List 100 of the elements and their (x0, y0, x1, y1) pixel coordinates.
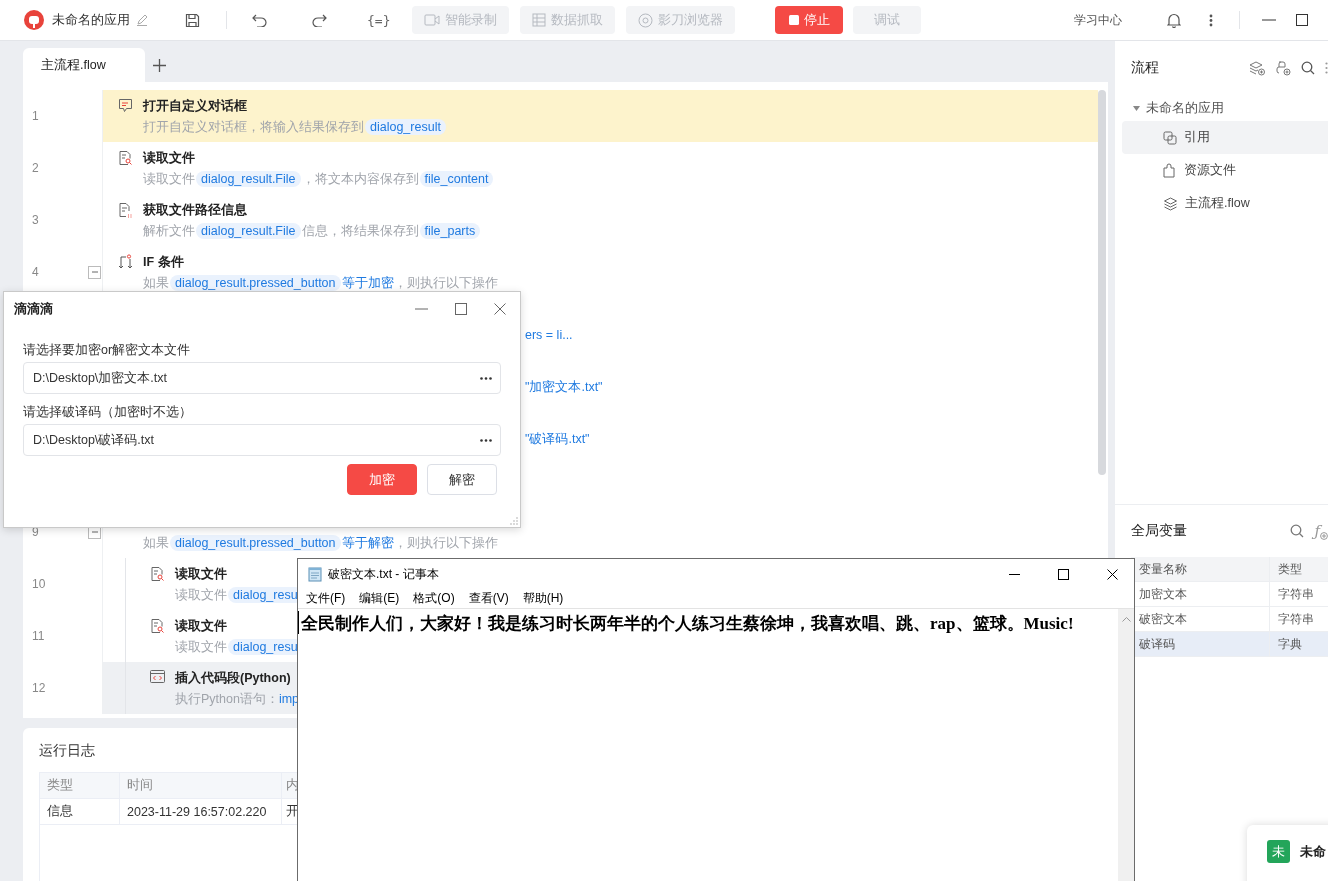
more-icon[interactable] (1209, 13, 1213, 27)
run-button[interactable]: 停止 (775, 6, 844, 34)
variable-tag[interactable]: file_parts (419, 223, 481, 239)
file-search-icon (150, 618, 165, 634)
tree-item[interactable]: 引用 (1122, 121, 1328, 154)
line-number: 12 (32, 681, 47, 695)
browser-icon (638, 12, 654, 28)
layers-icon (1163, 196, 1178, 211)
scrollbar-thumb[interactable] (1098, 90, 1106, 475)
code-icon (150, 670, 165, 683)
minimize-icon[interactable] (1009, 573, 1020, 575)
file-path-field[interactable]: D:\Desktop\加密文本.txt (23, 362, 501, 394)
redo-icon[interactable] (312, 13, 327, 27)
variable-tag[interactable]: dialog_result (365, 119, 446, 135)
table-cell-text: 字符串 (1277, 610, 1315, 628)
app-name: 未命名的应用 (52, 11, 130, 29)
column-header: 类型 (40, 773, 120, 798)
menu-item[interactable]: 文件(F) (306, 590, 346, 607)
minus-icon (90, 528, 99, 536)
table-icon (532, 13, 547, 27)
maximize-icon[interactable] (1296, 14, 1308, 26)
puzzle-icon (1163, 163, 1177, 178)
line-number: 1 (32, 109, 40, 123)
copy-icon (1163, 130, 1177, 145)
menu-item[interactable]: 帮助(H) (522, 590, 564, 607)
file-path-field[interactable]: D:\Desktop\破译码.txt (23, 424, 501, 456)
column-header: 时间 (120, 773, 282, 798)
field-label: 请选择破译码（加密时不选） (23, 404, 192, 421)
dialog-icon (118, 98, 133, 113)
video-icon (424, 14, 441, 26)
step-description: 如果 dialog_result.pressed_button 等于加密，则执行以下操作 (143, 274, 498, 293)
variable-tag[interactable]: file_content (419, 171, 494, 187)
panel-title: 全局变量 (1131, 522, 1187, 540)
logo-icon (24, 10, 44, 30)
branch-icon (118, 254, 133, 269)
dialog-button[interactable]: 加密 (347, 464, 417, 495)
step-title: 读取文件 (175, 566, 227, 583)
menu-item[interactable]: 编辑(E) (359, 590, 400, 607)
line-number: 3 (32, 213, 40, 227)
bell-icon[interactable] (1167, 12, 1181, 28)
variables-button[interactable]: {=} (367, 12, 391, 28)
line-number: 10 (32, 577, 47, 591)
line-number: 11 (32, 629, 46, 643)
add-tab-icon[interactable] (153, 58, 166, 72)
step-row[interactable]: 打开自定义对话框 打开自定义对话框，将输入结果保存到 dialog_result (103, 90, 1098, 142)
step-description: 打开自定义对话框，将输入结果保存到 dialog_result (143, 116, 447, 138)
table-cell: 信息 (40, 799, 120, 824)
column-header: 类型 (1277, 560, 1303, 578)
window-title: 滴滴滴 (14, 300, 53, 318)
search-icon[interactable] (1290, 524, 1305, 538)
step-title: 获取文件路径信息 (143, 202, 247, 219)
step-description: "加密文本.txt" (525, 378, 603, 396)
step-description: 如果 dialog_result.pressed_button 等于解密，则执行以下操作 (143, 534, 498, 553)
table-cell: 2023-11-29 16:57:02.220 (120, 799, 282, 824)
file-icon (118, 202, 133, 218)
step-description: ers = li... (525, 327, 573, 344)
add-circle-icon (1320, 532, 1328, 540)
search-icon[interactable] (1301, 61, 1315, 75)
app-badge: 未 (1267, 840, 1290, 863)
variable-tag[interactable]: dialog_result.File (196, 171, 301, 187)
learning-center-link[interactable]: 学习中心 (1074, 11, 1122, 29)
menu-item[interactable]: 查看(V) (468, 590, 509, 607)
close-icon[interactable] (1107, 568, 1118, 580)
variable-tag[interactable]: dialog_result.pressed_button (170, 275, 341, 291)
undo-icon[interactable] (252, 13, 267, 27)
save-icon[interactable] (185, 12, 200, 28)
step-title: IF 条件 (143, 254, 184, 271)
browse-icon[interactable] (480, 438, 492, 442)
maximize-icon[interactable] (1058, 568, 1069, 580)
minus-icon (90, 268, 99, 276)
step-title: 打开自定义对话框 (143, 98, 247, 115)
file-search-icon (150, 566, 165, 582)
line-number: 2 (32, 161, 40, 175)
variable-tag[interactable]: dialog_result.pressed_button (170, 535, 341, 551)
stop-icon (789, 15, 799, 25)
browse-icon[interactable] (480, 376, 492, 380)
menu-item[interactable]: 格式(O) (413, 590, 455, 607)
file-search-icon (118, 150, 133, 166)
file-tab[interactable]: 主流程.flow (23, 48, 145, 82)
step-description: "破译码.txt" (525, 430, 590, 448)
table-cell-text: 字符串 (1277, 585, 1315, 603)
step-description: 解析文件 dialog_result.File 信息，将结果保存到 file_parts (143, 220, 482, 242)
notification-card[interactable]: 未 未命 (1247, 825, 1328, 881)
variable-tag[interactable]: dialog_result.File (196, 223, 301, 239)
step-title: 读取文件 (143, 150, 195, 167)
tree-item[interactable]: 资源文件 (1122, 154, 1328, 187)
dialog-button[interactable]: 解密 (427, 464, 497, 495)
table-cell-text: 字典 (1277, 635, 1303, 653)
panel-title: 运行日志 (39, 742, 96, 760)
panel-title: 流程 (1131, 59, 1159, 77)
resize-grip-icon[interactable] (509, 516, 518, 525)
caret-icon (1133, 105, 1140, 111)
field-label: 请选择要加密or解密文本文件 (23, 342, 191, 359)
tree-item[interactable]: 未命名的应用 (1122, 95, 1224, 121)
line-number: 4 (32, 265, 40, 279)
tree-item[interactable]: 主流程.flow (1122, 187, 1328, 220)
notification-title: 未命 (1300, 843, 1326, 861)
layers-add-icon[interactable] (1249, 60, 1265, 76)
window-title: 破密文本.txt - 记事本 (328, 565, 439, 583)
notepad-icon (307, 566, 323, 582)
